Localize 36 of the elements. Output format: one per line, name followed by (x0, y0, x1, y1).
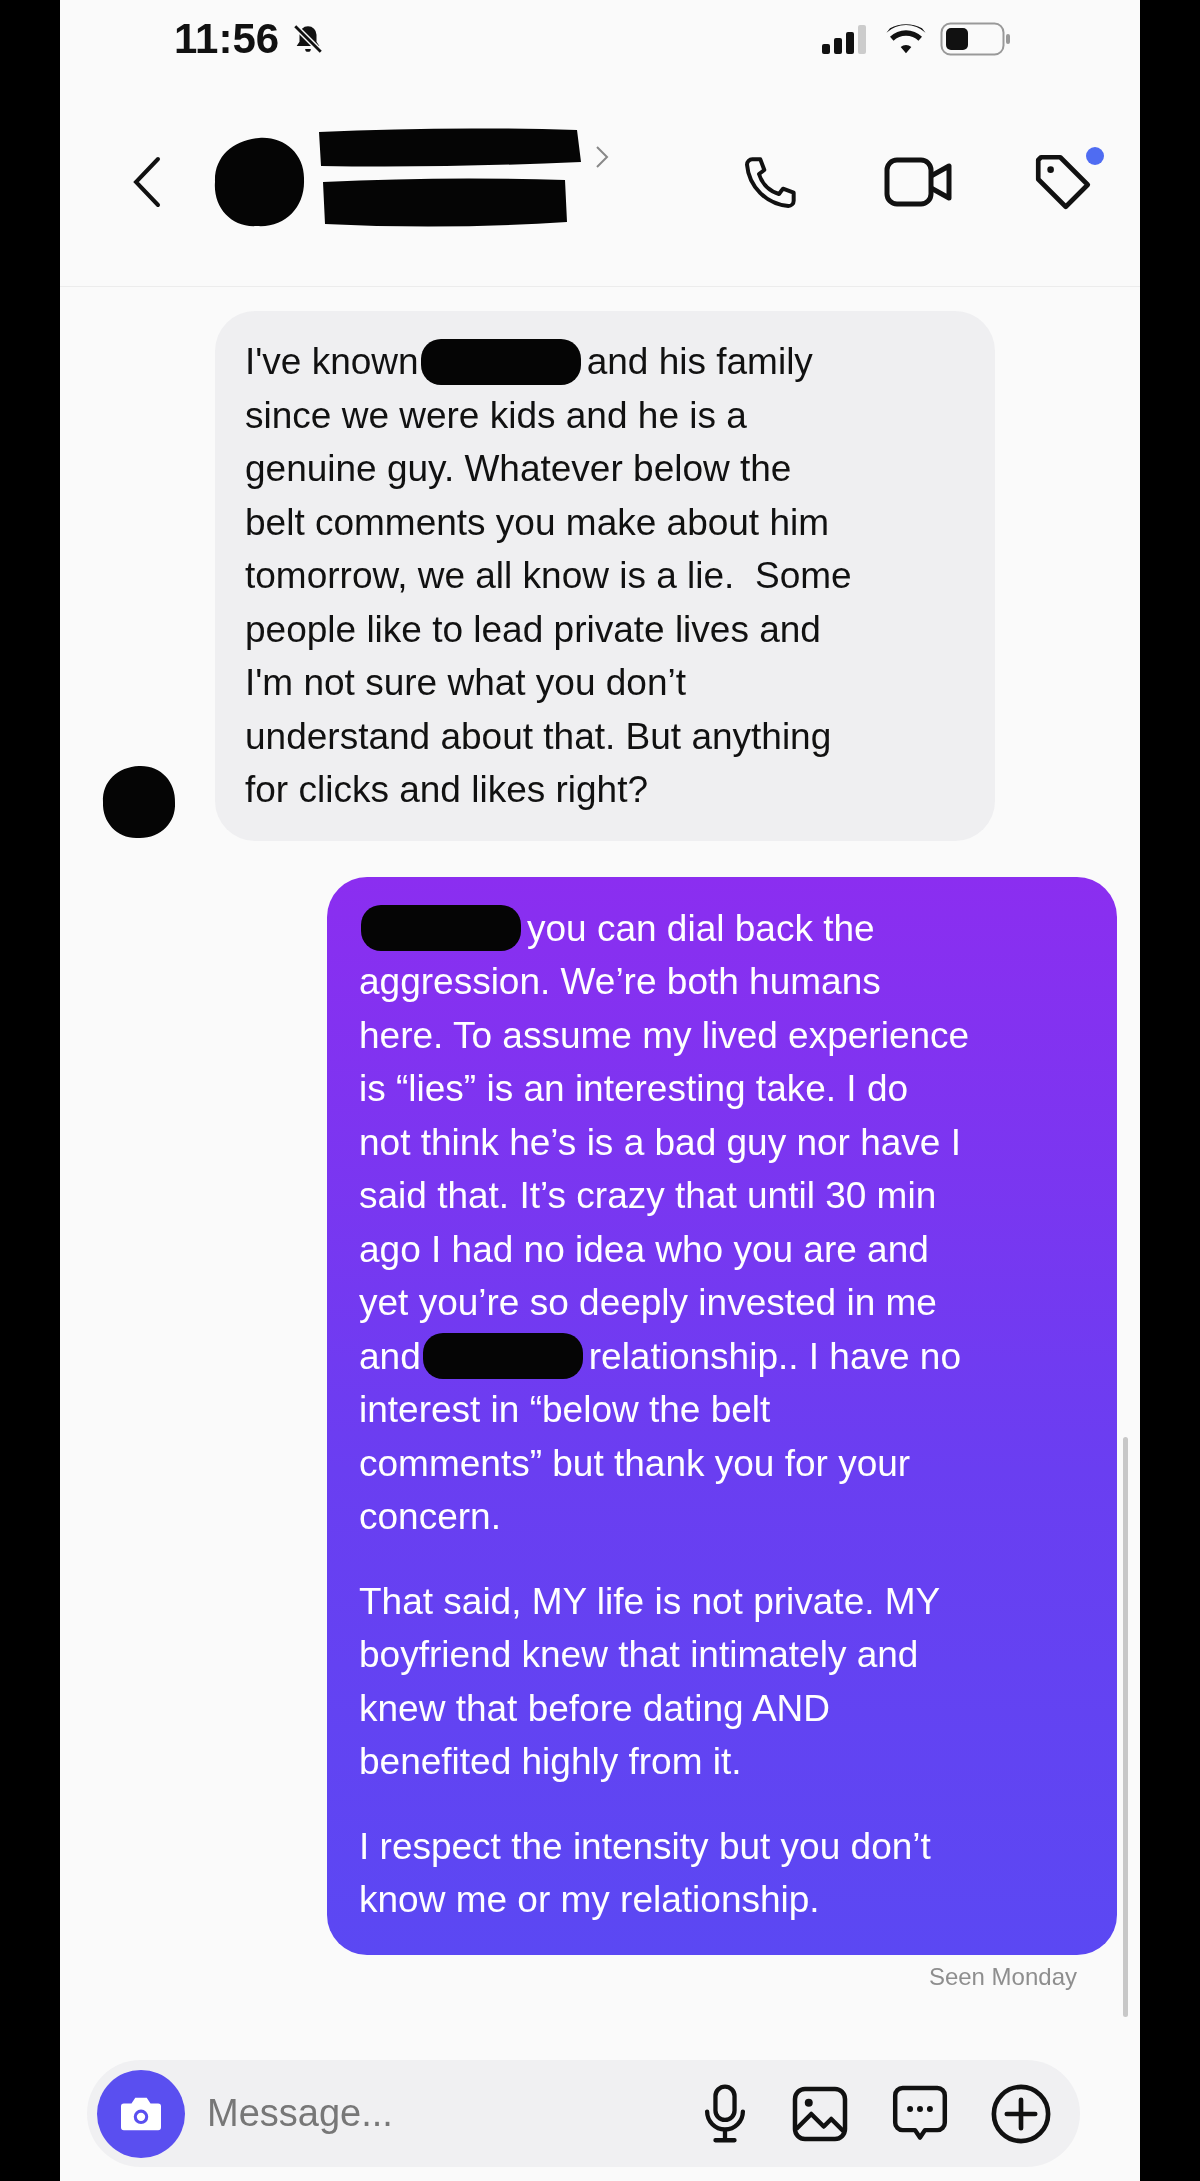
message-text: and his family (586, 340, 813, 384)
message-text: relationship.. I have no (588, 1334, 962, 1379)
message-text: ago I had no idea who you are and (359, 1227, 929, 1272)
seen-status: Seen Monday (928, 1962, 1078, 1991)
message-text: aggression. We’re both humans (359, 960, 881, 1004)
message-text: said that. It’s crazy that until 30 min (359, 1174, 937, 1218)
message-text: know me or my relationship. (359, 1878, 820, 1922)
message-text: not think he’s is a bad guy nor have I (359, 1120, 961, 1165)
add-icon[interactable] (990, 2082, 1052, 2145)
message-text: That said, MY life is not private. MY (359, 1579, 941, 1624)
message-field[interactable]: Message... (205, 2091, 660, 2136)
chevron-icon[interactable] (595, 145, 609, 169)
message-text: boyfriend knew that intimately and (359, 1633, 919, 1677)
message-text: benefited highly from it. (359, 1740, 742, 1784)
battery-icon (940, 22, 1012, 56)
message-text: belt comments you make about him (245, 500, 830, 545)
message-text: is “lies” is an interesting take. I do (359, 1067, 909, 1111)
message-text: genuine guy. Whatever below the (245, 447, 792, 491)
message-text: understand about that. But anything (245, 714, 832, 759)
message-text: concern. (359, 1495, 501, 1539)
message-text: I've known (245, 340, 419, 384)
message-text: tomorrow, we all know is a lie. Some (245, 554, 852, 598)
status-time: 11:56 (174, 15, 280, 63)
message-text: for clicks and likes right? (245, 768, 649, 812)
message-text: here. To assume my lived experience (359, 1013, 970, 1058)
message-text: I respect the intensity but you don’t (359, 1824, 931, 1869)
message-text: knew that before dating AND (359, 1686, 830, 1731)
message-text: since we were kids and he is a (245, 393, 747, 438)
message-text: and (359, 1334, 421, 1379)
message-text: yet you’re so deeply invested in me (359, 1281, 937, 1325)
message-text: I'm not sure what you don’t (245, 661, 687, 705)
message-text: you can dial back the (527, 906, 875, 951)
message-text: people like to lead private lives and (245, 607, 821, 652)
wifi-icon (884, 23, 928, 55)
message-text: comments” but thank you for your (359, 1441, 911, 1486)
message-text: interest in “below the belt (359, 1388, 771, 1432)
